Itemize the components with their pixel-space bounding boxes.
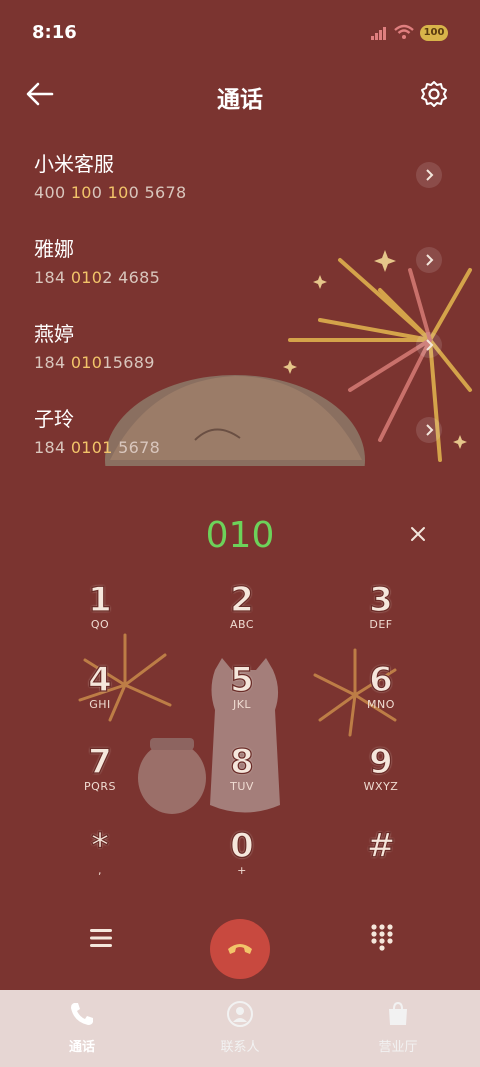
chevron-right-icon[interactable] (416, 162, 442, 188)
status-bar: 8:16 100 (0, 0, 480, 60)
key-star[interactable]: *, (40, 825, 160, 906)
chevron-right-icon[interactable] (416, 417, 442, 443)
keypad-icon[interactable] (370, 923, 394, 953)
battery-indicator: 100 (420, 25, 448, 41)
tab-contacts-label: 联系人 (220, 1040, 260, 1055)
key-9[interactable]: 9 WXYZ (321, 741, 441, 822)
tab-contacts[interactable]: 联系人 (160, 1000, 320, 1060)
key-hash[interactable]: # (321, 825, 441, 906)
clear-icon[interactable] (406, 522, 430, 546)
tab-store-label: 营业厅 (378, 1040, 418, 1055)
menu-icon[interactable] (88, 925, 114, 951)
key-7[interactable]: 7 PQRS (40, 741, 160, 822)
call-item[interactable]: 子玲 184 0101 5678 (34, 403, 454, 466)
tab-calls[interactable]: 通话 (2, 1000, 162, 1060)
key-0[interactable]: 0 + (182, 825, 302, 906)
key-4[interactable]: 4 GHI (40, 659, 160, 740)
chevron-right-icon[interactable] (416, 332, 442, 358)
contact-number: 400 100 100 5678 (34, 183, 187, 202)
contact-name: 小米客服 (34, 152, 114, 176)
contact-number: 184 01015689 (34, 353, 155, 372)
key-8[interactable]: 8 TUV (182, 741, 302, 822)
call-item[interactable]: 燕婷 184 01015689 (34, 318, 454, 388)
status-time: 8:16 (32, 22, 77, 43)
key-2[interactable]: 2 ABC (182, 579, 302, 660)
key-1[interactable]: 1 QO (40, 579, 160, 660)
contact-name: 子玲 (34, 407, 74, 431)
contacts-icon (227, 1001, 253, 1027)
recent-calls-list: 小米客服 400 100 100 5678 雅娜 184 0102 4685 燕… (0, 140, 480, 466)
signal-icon (371, 27, 386, 40)
phone-icon (228, 944, 252, 954)
dialer-actions (0, 915, 480, 985)
page-title: 通话 (217, 87, 263, 113)
contact-name: 燕婷 (34, 322, 74, 346)
tab-calls-label: 通话 (68, 1040, 95, 1055)
phone-icon (71, 1003, 93, 1025)
bottom-navigation: 通话 联系人 营业厅 (0, 990, 480, 1067)
contact-number: 184 0101 5678 (34, 438, 161, 457)
contact-number: 184 0102 4685 (34, 268, 161, 287)
wifi-icon (394, 24, 414, 39)
chevron-right-icon[interactable] (416, 247, 442, 273)
call-button[interactable] (210, 919, 270, 979)
key-3[interactable]: 3 DEF (321, 579, 441, 660)
key-6[interactable]: 6 MNO (321, 659, 441, 740)
key-5[interactable]: 5 JKL (182, 659, 302, 740)
call-item[interactable]: 雅娜 184 0102 4685 (34, 233, 454, 303)
store-icon (389, 1001, 407, 1025)
tab-store[interactable]: 营业厅 (318, 1000, 478, 1060)
top-bar: 通话 (0, 70, 480, 120)
gear-icon[interactable] (418, 78, 450, 110)
contact-name: 雅娜 (34, 237, 74, 261)
call-item[interactable]: 小米客服 400 100 100 5678 (34, 148, 454, 218)
dial-keypad: 1 QO 2 ABC 3 DEF 4 GHI 5 JKL 6 MNO 7 PQRS 8 TUV … (0, 579, 480, 900)
